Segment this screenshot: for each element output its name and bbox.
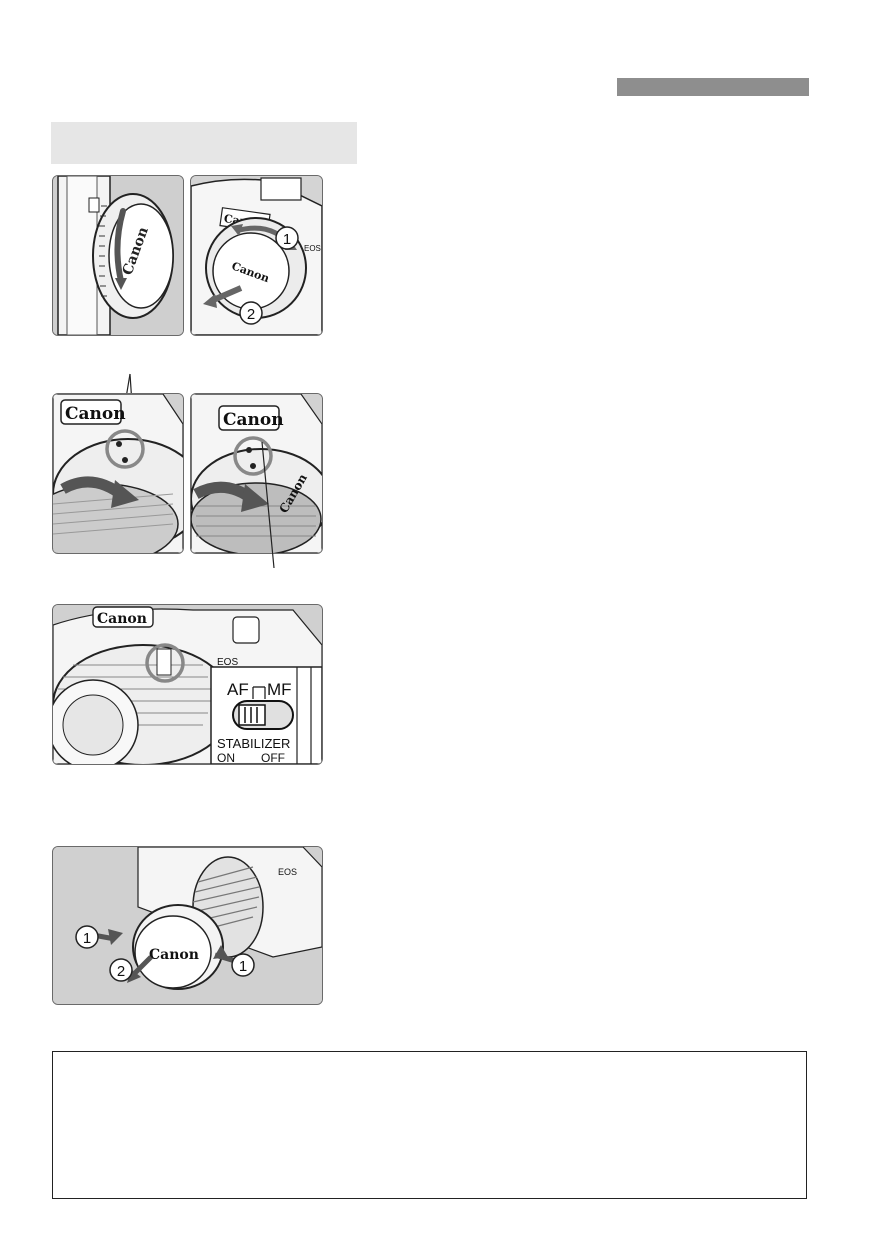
section-header-bar (617, 78, 809, 96)
front-cap-panel-eos: EOS (278, 867, 297, 877)
body-cap-illustration: Canon Canon 1 2 EOS (190, 175, 323, 336)
lens-front-cap-illustration: EOS Canon 1 1 2 (52, 846, 323, 1005)
front-cap-step-2: 2 (117, 963, 125, 980)
note-box (52, 1051, 807, 1199)
focus-mode-switch-illustration: Canon EOS AF MF STABILIZER ON OFF (52, 604, 323, 765)
front-cap-step-1-right: 1 (239, 958, 247, 975)
front-cap-step-1-left: 1 (83, 930, 91, 947)
af-label: AF (227, 680, 249, 699)
stabilizer-off-label: OFF (261, 751, 285, 764)
step-2-marker: 2 (247, 306, 255, 323)
mount-right-brand: Canon (223, 410, 284, 430)
lens-index-leader-line (261, 441, 275, 569)
switch-panel-brand: Canon (97, 611, 147, 627)
front-cap-brand: Canon (149, 947, 199, 963)
mount-index-left-illustration: Canon (52, 393, 184, 554)
mount-left-brand: Canon (65, 404, 126, 424)
mount-index-right-illustration: Canon Canon (190, 393, 323, 554)
step-1-marker: 1 (283, 231, 291, 248)
body-eos-text: EOS (304, 244, 321, 253)
section-heading-box (51, 122, 357, 164)
stabilizer-label: STABILIZER (217, 736, 290, 751)
stabilizer-on-label: ON (217, 751, 235, 764)
lens-rear-cap-illustration: Canon (52, 175, 184, 336)
mf-label: MF (267, 680, 292, 699)
